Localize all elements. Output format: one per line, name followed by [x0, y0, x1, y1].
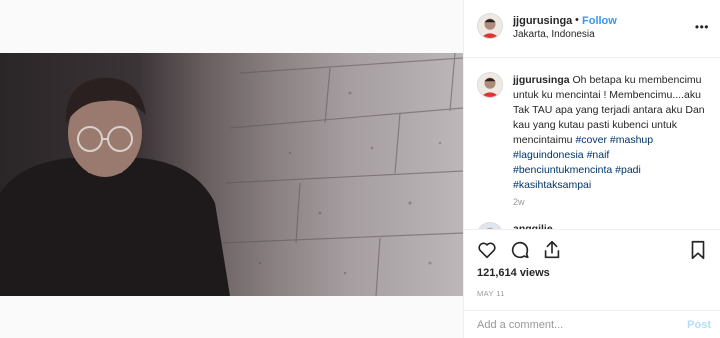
- hashtag[interactable]: #kasihtaksampai: [513, 179, 591, 191]
- caption-age[interactable]: 2w: [513, 197, 525, 207]
- hashtag[interactable]: #naif: [587, 149, 610, 161]
- bookmark-icon[interactable]: [687, 239, 709, 261]
- heart-icon[interactable]: [476, 239, 498, 261]
- comment-icon[interactable]: [509, 239, 531, 261]
- person-figure: [0, 77, 230, 296]
- hashtag[interactable]: #mashup: [610, 134, 653, 146]
- post-button[interactable]: Post: [687, 319, 711, 331]
- post-side-panel: jjgurusinga • Follow Jakarta, Indonesia …: [463, 0, 720, 338]
- post-media-area: [0, 0, 463, 338]
- share-icon[interactable]: [541, 239, 563, 261]
- more-dots-icon[interactable]: •••: [695, 20, 709, 34]
- avatar[interactable]: [477, 72, 503, 98]
- post-caption: jjgurusinga Oh betapa ku membencimu untu…: [513, 73, 711, 193]
- post-header: jjgurusinga • Follow Jakarta, Indonesia …: [464, 0, 720, 58]
- comment-input[interactable]: [477, 319, 667, 331]
- follow-button[interactable]: Follow: [582, 15, 617, 27]
- video-player[interactable]: [0, 53, 463, 296]
- hashtag[interactable]: #benciuntukmencinta: [513, 164, 612, 176]
- hashtag[interactable]: #laguindonesia: [513, 149, 584, 161]
- avatar[interactable]: [477, 13, 503, 39]
- post-date[interactable]: MAY 11: [477, 289, 505, 298]
- separator-dot: •: [575, 14, 579, 26]
- comment-username[interactable]: anggilie: [513, 223, 553, 229]
- hashtag[interactable]: #cover: [575, 134, 607, 146]
- post-location[interactable]: Jakarta, Indonesia: [513, 29, 595, 40]
- comments-list[interactable]: jjgurusinga Oh betapa ku membencimu untu…: [464, 59, 720, 230]
- add-comment-bar: Post: [464, 310, 720, 338]
- action-bar: [464, 231, 720, 267]
- avatar[interactable]: [477, 222, 503, 229]
- post-username[interactable]: jjgurusinga: [513, 15, 572, 27]
- hashtag[interactable]: #padi: [615, 164, 641, 176]
- caption-username[interactable]: jjgurusinga: [513, 74, 570, 86]
- view-count[interactable]: 121,614 views: [477, 267, 550, 279]
